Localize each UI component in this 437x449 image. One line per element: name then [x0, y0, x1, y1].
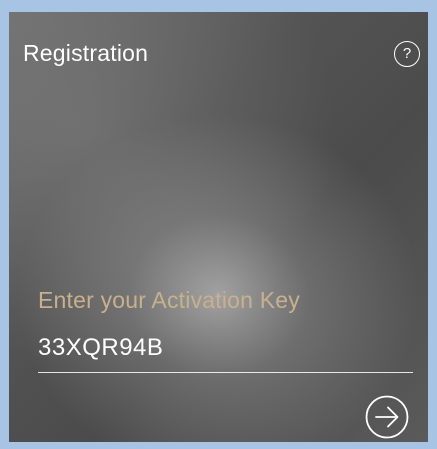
help-button[interactable]: ?	[394, 41, 420, 67]
next-button[interactable]	[364, 394, 410, 440]
registration-panel: Registration ? Enter your Activation Key	[9, 12, 428, 442]
page-title: Registration	[23, 40, 149, 66]
arrow-right-circle-icon	[365, 395, 409, 439]
help-icon: ?	[402, 45, 412, 62]
activation-key-input[interactable]	[38, 330, 413, 366]
activation-key-label: Enter your Activation Key	[38, 287, 300, 313]
activation-key-field[interactable]	[38, 330, 413, 368]
input-underline	[38, 372, 413, 373]
